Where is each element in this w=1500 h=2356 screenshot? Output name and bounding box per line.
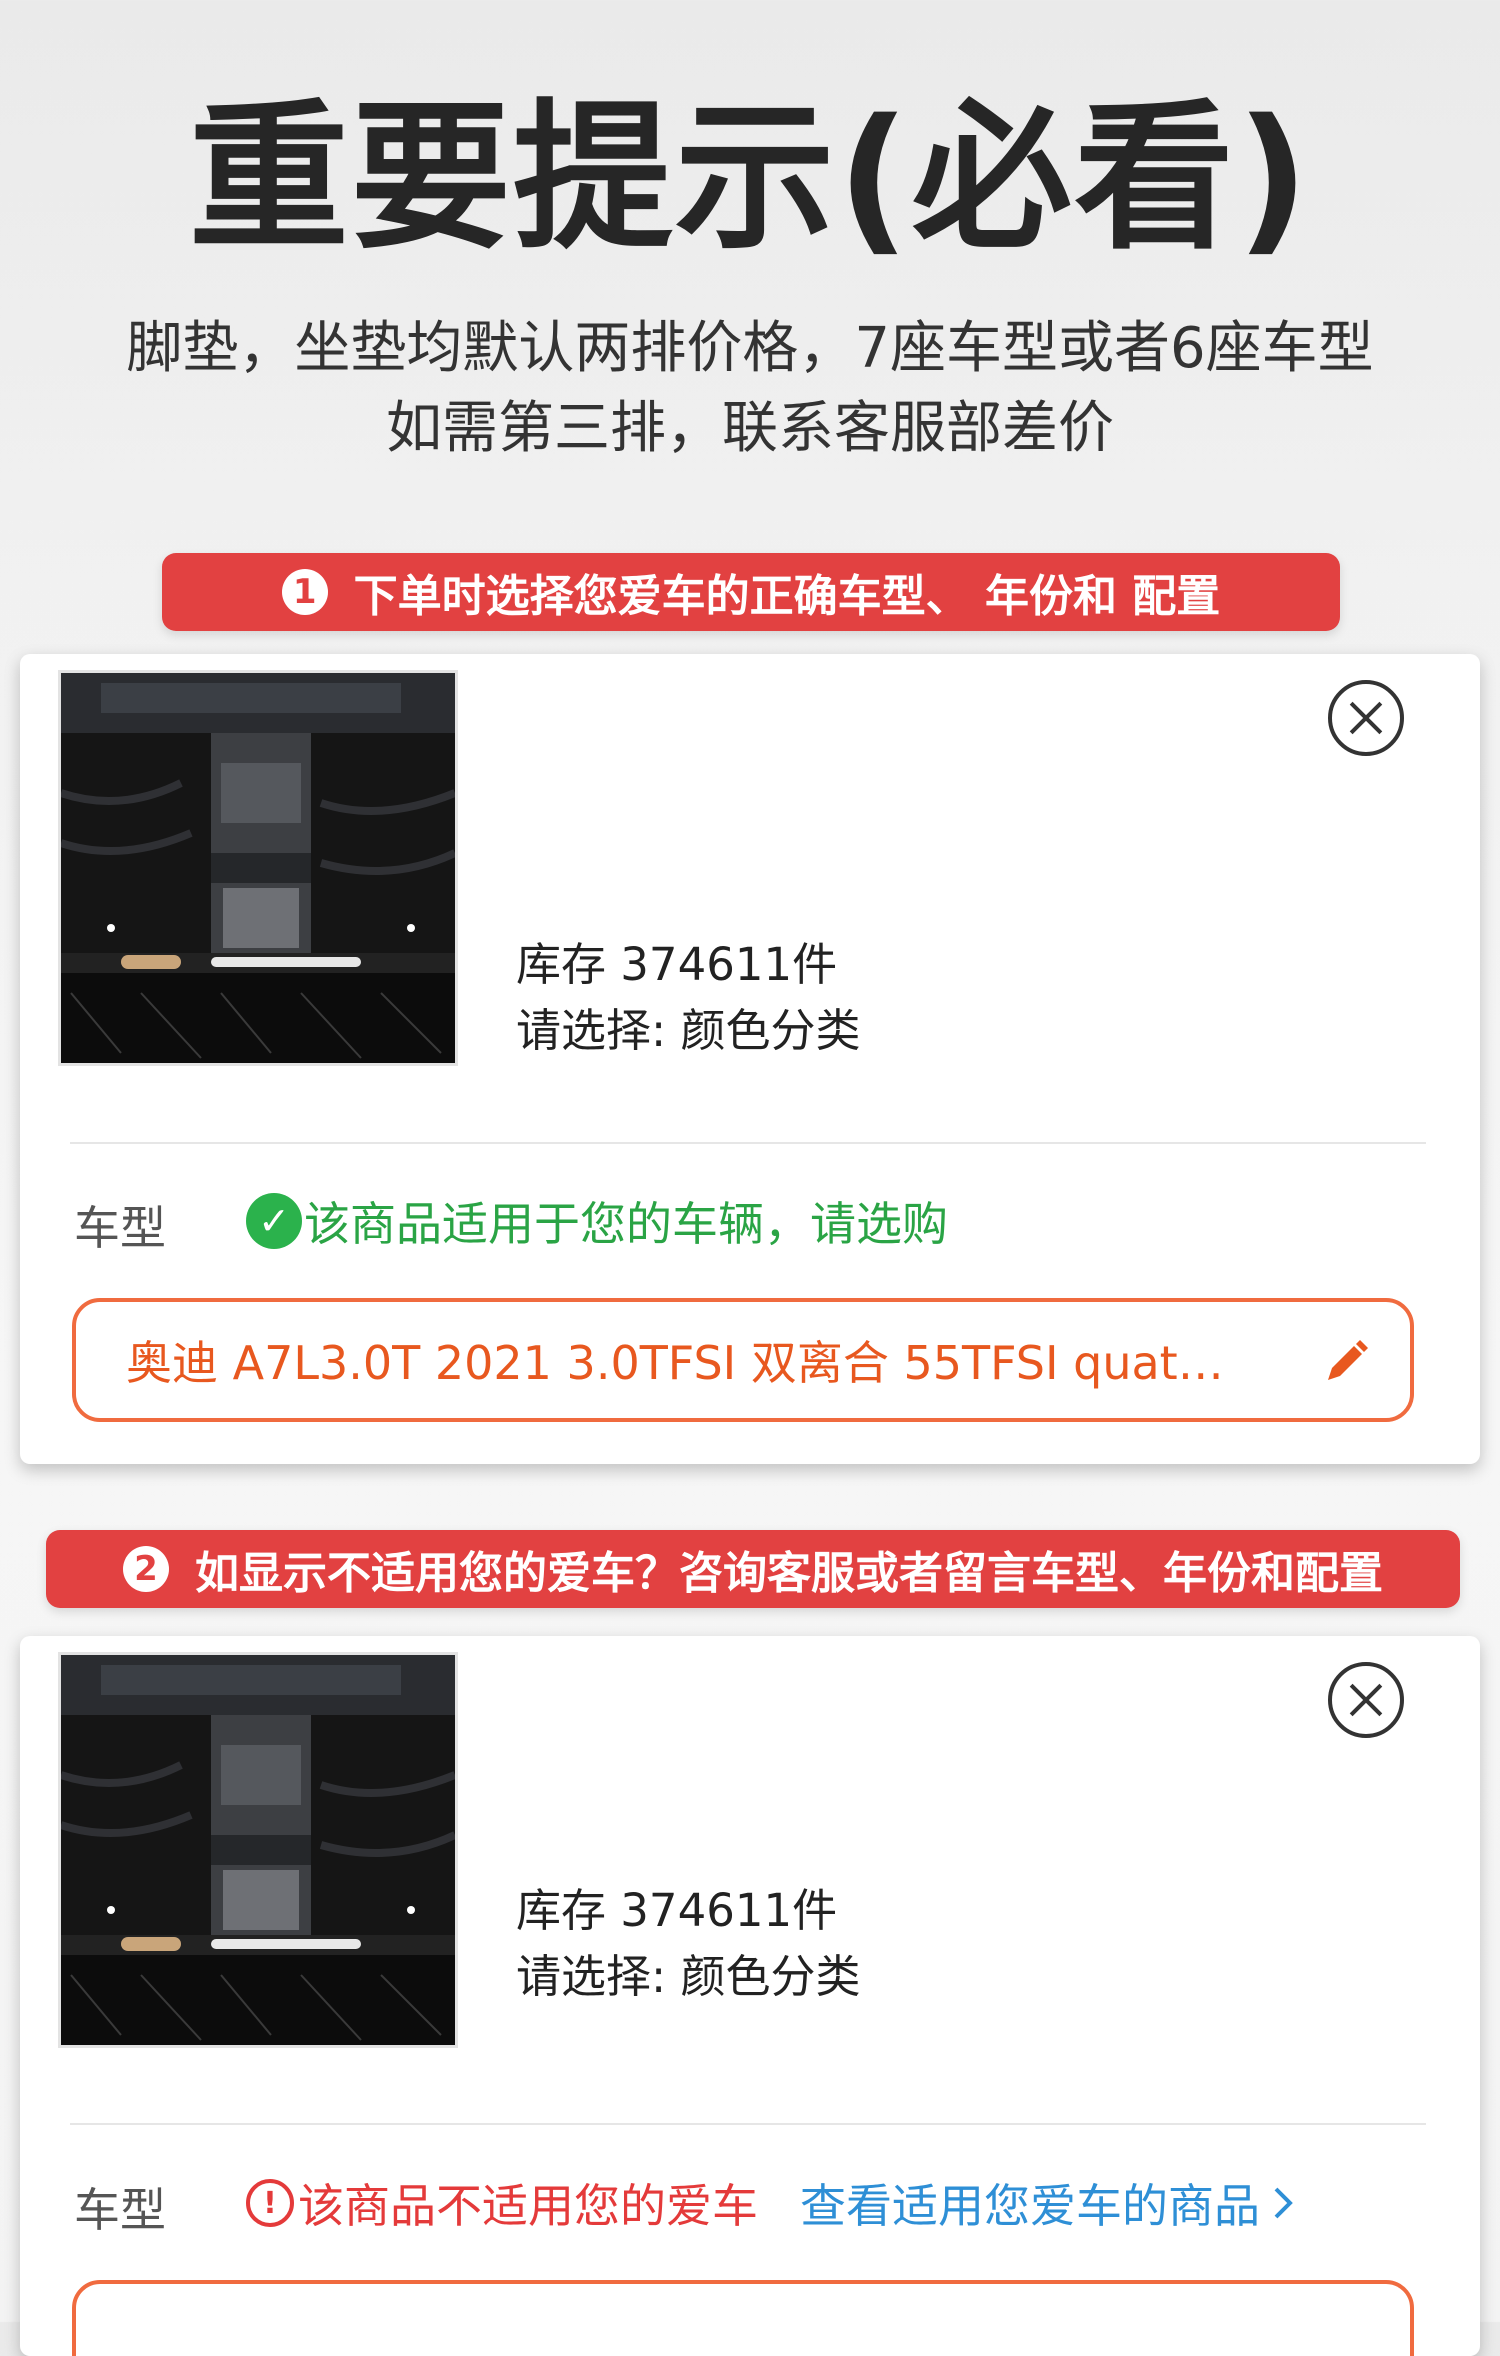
step-number-2: 2 bbox=[123, 1546, 169, 1592]
close-icon[interactable] bbox=[1328, 680, 1404, 756]
stock-text: 库存 374611件 bbox=[516, 1884, 838, 1937]
chevron-right-icon bbox=[1274, 2187, 1293, 2219]
step-1-banner: 1 下单时选择您爱车的正确车型、 年份和 配置 bbox=[162, 553, 1340, 631]
pencil-icon[interactable] bbox=[1322, 1338, 1370, 1386]
compatibility-status: ! 该商品不适用您的爱车 bbox=[246, 2170, 758, 2236]
compatibility-text: 该商品适用于您的车辆，请选购 bbox=[304, 1197, 948, 1251]
notice-line-2: 如需第三排，联系客服部差价 bbox=[386, 396, 1114, 461]
car-model-label: 车型 bbox=[74, 1201, 166, 1255]
product-thumbnail[interactable] bbox=[58, 1652, 458, 2048]
compatibility-status: ✓ 该商品适用于您的车辆，请选购 bbox=[246, 1188, 948, 1254]
product-thumbnail[interactable] bbox=[58, 670, 458, 1066]
divider bbox=[70, 1142, 1426, 1144]
vehicle-model-selector[interactable] bbox=[72, 2280, 1414, 2356]
step-2-banner: 2 如显示不适用您的爱车？咨询客服或者留言车型、年份和配置 bbox=[46, 1530, 1460, 1608]
product-card-compatible: 库存 374611件 请选择: 颜色分类 车型 ✓ 该商品适用于您的车辆，请选购… bbox=[20, 654, 1480, 1464]
compatibility-text: 该商品不适用您的爱车 bbox=[298, 2179, 758, 2233]
car-model-label: 车型 bbox=[74, 2183, 166, 2237]
alert-circle-icon: ! bbox=[246, 2179, 294, 2227]
check-circle-icon: ✓ bbox=[246, 1193, 302, 1249]
view-compatible-link[interactable]: 查看适用您爱车的商品 bbox=[800, 2170, 1298, 2236]
close-icon[interactable] bbox=[1328, 1662, 1404, 1738]
step-1-text: 下单时选择您爱车的正确车型、 年份和 配置 bbox=[353, 571, 1221, 622]
vehicle-model-selector[interactable]: 奥迪 A7L3.0T 2021 3.0TFSI 双离合 55TFSI quat… bbox=[72, 1298, 1414, 1422]
vehicle-model-text: 奥迪 A7L3.0T 2021 3.0TFSI 双离合 55TFSI quat… bbox=[126, 1336, 1224, 1390]
stock-text: 库存 374611件 bbox=[516, 938, 838, 991]
divider bbox=[70, 2123, 1426, 2125]
step-number-1: 1 bbox=[281, 569, 328, 615]
select-option-text[interactable]: 请选择: 颜色分类 bbox=[516, 1944, 860, 2010]
select-option-text[interactable]: 请选择: 颜色分类 bbox=[516, 998, 860, 1064]
step-2-text: 如显示不适用您的爱车？咨询客服或者留言车型、年份和配置 bbox=[195, 1548, 1383, 1599]
page-title: 重要提示(必看) bbox=[188, 84, 1312, 271]
notice-line-1: 脚垫，坐垫均默认两排价格，7座车型或者6座车型 bbox=[126, 316, 1374, 381]
view-compatible-text: 查看适用您爱车的商品 bbox=[800, 2179, 1260, 2233]
product-card-incompatible: 库存 374611件 请选择: 颜色分类 车型 ! 该商品不适用您的爱车 查看适… bbox=[20, 1636, 1480, 2356]
